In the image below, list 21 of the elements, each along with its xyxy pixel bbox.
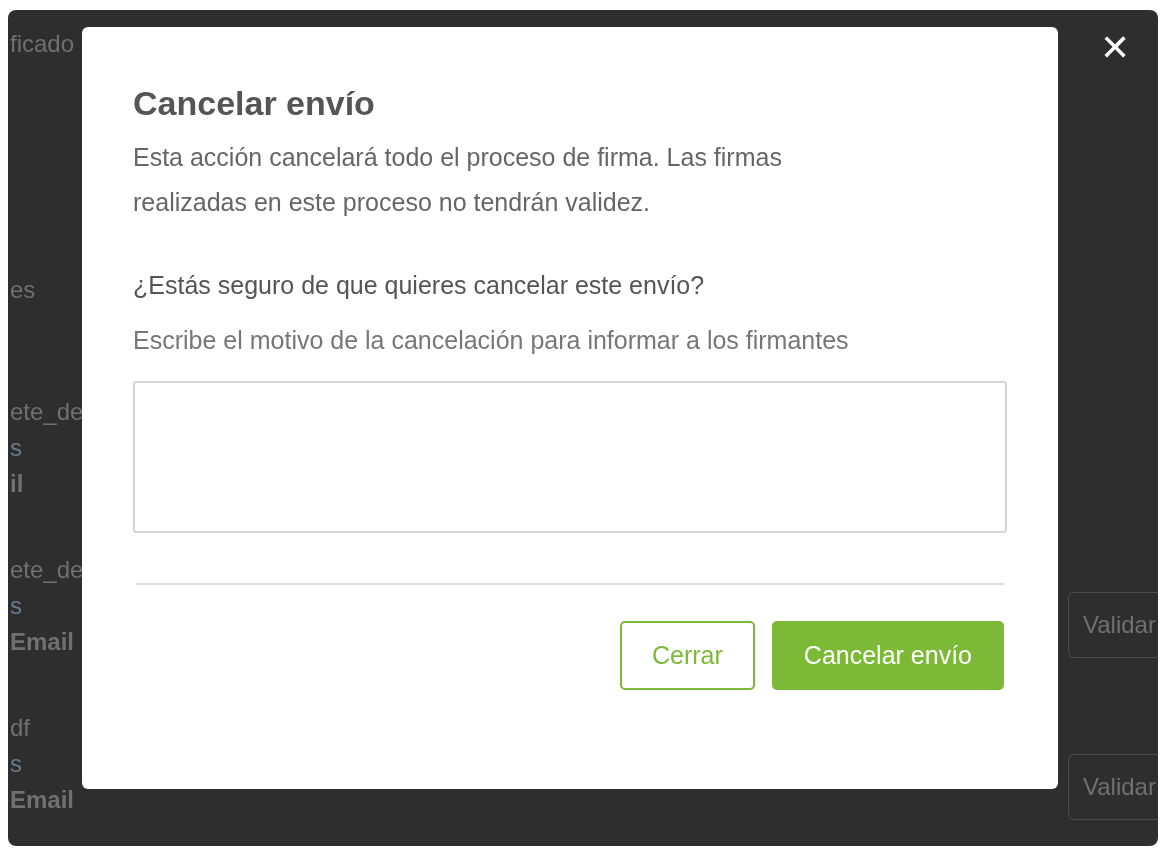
- confirmation-question: ¿Estás seguro de que quieres cancelar este envío?: [133, 270, 706, 301]
- dialog-title: Cancelar envío: [133, 83, 376, 124]
- background-text: s: [10, 591, 23, 621]
- close-dialog-button[interactable]: Cerrar: [620, 621, 755, 690]
- validate-button[interactable]: Validar: [1068, 754, 1158, 820]
- dialog-description: Esta acción cancelará todo el proceso de firma. Las firmas realizadas en este proceso no tendrán validez.: [133, 142, 783, 218]
- background-text: ete_de: [10, 397, 84, 427]
- cancel-sending-button[interactable]: Cancelar envío: [771, 621, 1004, 690]
- background-text: df: [10, 713, 31, 743]
- close-button[interactable]: ✕: [1100, 28, 1130, 68]
- reason-instruction: Escribe el motivo de la cancelación para informar a los firmantes: [133, 325, 850, 356]
- validate-button[interactable]: Validar: [1068, 592, 1158, 658]
- background-text: ete_de: [10, 555, 84, 585]
- background-text: Email: [10, 785, 76, 815]
- background-text: il: [10, 469, 25, 499]
- background-text: s: [10, 749, 23, 779]
- background-text: ficado: [10, 29, 76, 59]
- background-text: s: [10, 433, 23, 463]
- background-text: es: [10, 275, 37, 305]
- reason-input-field[interactable]: [133, 381, 1007, 533]
- background-text: Email: [10, 627, 76, 657]
